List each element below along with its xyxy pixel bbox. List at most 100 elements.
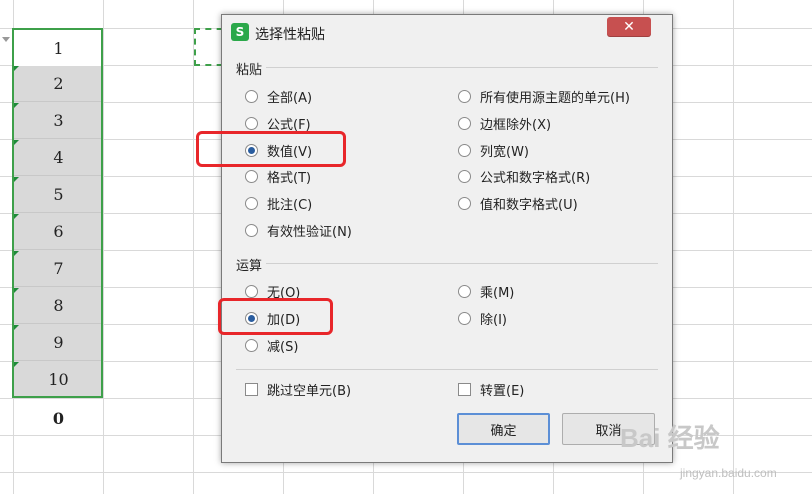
paste-all-option[interactable]: 全部(A) — [245, 86, 312, 106]
paste-validation-option[interactable]: 有效性验证(N) — [245, 220, 352, 240]
radio-icon — [458, 169, 471, 183]
checkbox-icon — [458, 382, 471, 396]
radio-icon — [458, 116, 471, 130]
radio-icon — [458, 196, 471, 210]
ok-button[interactable]: 确定 — [457, 413, 550, 445]
paste-values-numbers-option[interactable]: 值和数字格式(U) — [458, 193, 578, 213]
formula-marker-icon — [14, 325, 19, 330]
formula-marker-icon — [14, 214, 19, 219]
cell[interactable]: 5 — [14, 177, 103, 213]
paste-values-option[interactable]: 数值(V) — [245, 140, 312, 160]
cell[interactable]: 1 — [14, 30, 103, 66]
radio-icon — [458, 143, 471, 157]
option-label: 所有使用源主题的单元(H) — [480, 90, 630, 106]
radio-icon — [245, 338, 258, 352]
formula-marker-icon — [14, 140, 19, 145]
dialog-titlebar[interactable]: S 选择性粘贴 ✕ — [222, 15, 672, 49]
option-label: 格式(T) — [267, 170, 312, 186]
baidu-watermark: Bai 经验 — [620, 423, 720, 453]
group-divider — [236, 369, 658, 370]
cell[interactable]: 10 — [14, 362, 103, 398]
transpose-checkbox[interactable]: 转置(E) — [458, 379, 524, 399]
paste-formats-option[interactable]: 格式(T) — [245, 166, 311, 186]
cell-value: 8 — [53, 296, 64, 315]
option-label: 乘(M) — [480, 285, 515, 301]
cell-value: 5 — [53, 185, 64, 204]
radio-selected-icon — [245, 311, 258, 325]
paste-source-theme-option[interactable]: 所有使用源主题的单元(H) — [458, 86, 630, 106]
paste-special-dialog: S 选择性粘贴 ✕ 粘贴 全部(A) 公式(F) 数值(V) 格式(T) 批注(… — [196, 14, 673, 463]
radio-icon — [245, 196, 258, 210]
group-divider — [264, 67, 658, 68]
radio-icon — [458, 284, 471, 298]
radio-selected-icon — [245, 143, 258, 157]
radio-icon — [245, 284, 258, 298]
option-label: 公式(F) — [267, 117, 311, 133]
cell-value: 1 — [53, 38, 64, 58]
cell-value: 6 — [53, 222, 64, 241]
option-label: 边框除外(X) — [480, 117, 552, 133]
cell[interactable]: 7 — [14, 251, 103, 287]
skip-blanks-checkbox[interactable]: 跳过空单元(B) — [245, 379, 351, 399]
grid-line — [193, 0, 194, 494]
cell[interactable]: 8 — [14, 288, 103, 324]
cell-value: 7 — [53, 259, 64, 278]
op-subtract-option[interactable]: 减(S) — [245, 335, 298, 355]
radio-icon — [245, 89, 258, 103]
cell[interactable]: 3 — [14, 103, 103, 139]
option-label: 除(I) — [480, 312, 507, 328]
radio-icon — [245, 223, 258, 237]
cell[interactable]: 9 — [14, 325, 103, 361]
dialog-title: 选择性粘贴 — [255, 27, 325, 43]
op-none-option[interactable]: 无(O) — [245, 281, 300, 301]
paste-comments-option[interactable]: 批注(C) — [245, 193, 312, 213]
grid-line — [103, 0, 104, 494]
cell-value: 4 — [53, 148, 64, 167]
formula-marker-icon — [14, 103, 19, 108]
sum-cell[interactable]: 0 — [14, 400, 103, 436]
operation-group-label: 运算 — [236, 255, 267, 274]
formula-marker-icon — [14, 66, 19, 71]
paste-column-widths-option[interactable]: 列宽(W) — [458, 140, 529, 160]
cell-value: 2 — [53, 74, 64, 93]
option-label: 公式和数字格式(R) — [480, 170, 591, 186]
paste-formulas-option[interactable]: 公式(F) — [245, 113, 311, 133]
option-label: 加(D) — [267, 312, 301, 328]
radio-icon — [458, 311, 471, 325]
option-label: 有效性验证(N) — [267, 224, 352, 240]
close-icon: ✕ — [623, 19, 635, 35]
grid-line — [733, 0, 734, 494]
paste-group-label: 粘贴 — [236, 59, 267, 78]
cell-value: 3 — [53, 111, 64, 130]
option-label: 值和数字格式(U) — [480, 197, 578, 213]
option-label: 全部(A) — [267, 90, 313, 106]
option-label: 转置(E) — [480, 383, 525, 399]
formula-marker-icon — [14, 288, 19, 293]
column-dropdown-icon[interactable] — [2, 37, 10, 42]
watermark-site: jingyan.baidu.com — [680, 466, 777, 480]
checkbox-icon — [245, 382, 258, 396]
paste-except-borders-option[interactable]: 边框除外(X) — [458, 113, 551, 133]
paste-formulas-numbers-option[interactable]: 公式和数字格式(R) — [458, 166, 590, 186]
option-label: 批注(C) — [267, 197, 313, 213]
radio-icon — [245, 169, 258, 183]
option-label: 数值(V) — [267, 144, 313, 160]
cell[interactable]: 4 — [14, 140, 103, 176]
option-label: 无(O) — [267, 285, 301, 301]
cell-value: 0 — [52, 408, 65, 428]
option-label: 减(S) — [267, 339, 299, 355]
cell[interactable]: 6 — [14, 214, 103, 250]
cell[interactable]: 2 — [14, 66, 103, 102]
formula-marker-icon — [14, 177, 19, 182]
formula-marker-icon — [14, 362, 19, 367]
option-label: 跳过空单元(B) — [267, 383, 352, 399]
option-label: 列宽(W) — [480, 144, 529, 160]
close-button[interactable]: ✕ — [607, 17, 651, 37]
cell-value: 9 — [53, 333, 64, 352]
op-multiply-option[interactable]: 乘(M) — [458, 281, 514, 301]
radio-icon — [458, 89, 471, 103]
op-add-option[interactable]: 加(D) — [245, 308, 300, 328]
wps-app-icon: S — [231, 23, 249, 41]
formula-marker-icon — [14, 251, 19, 256]
op-divide-option[interactable]: 除(I) — [458, 308, 507, 328]
